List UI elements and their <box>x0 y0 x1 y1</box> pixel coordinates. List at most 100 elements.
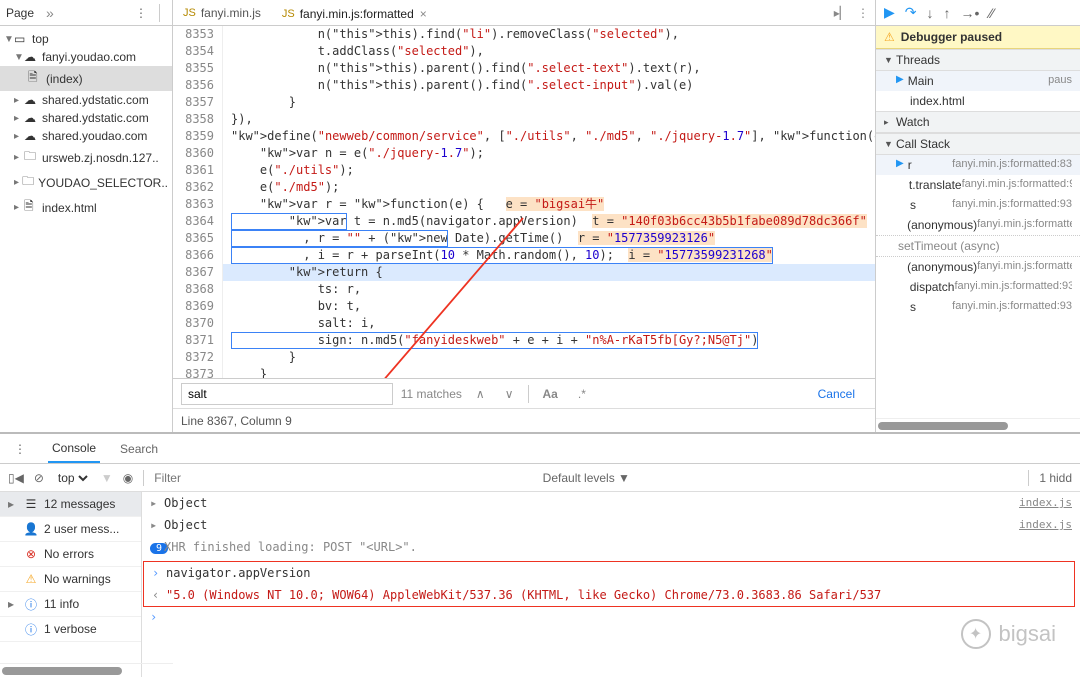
file-tree: ▼▭top ▼☁fanyi.youdao.com 🗎(index) ▸☁shar… <box>0 26 172 224</box>
console-log: ▸Objectindex.js ▸Objectindex.js 9XHR fin… <box>142 492 1080 677</box>
cloud-icon: ☁ <box>24 111 38 125</box>
step-icon[interactable]: →• <box>961 5 980 21</box>
stack-frame[interactable]: sfanyi.min.js:formatted:93 <box>876 195 1080 215</box>
warning-icon: ⚠ <box>884 30 895 44</box>
cloud-icon: ☁ <box>24 50 38 64</box>
tree-item[interactable]: ▸🗀ursweb.zj.nosdn.127.. <box>0 145 172 170</box>
step-over-icon[interactable]: ↷ <box>905 4 917 21</box>
hidden-count[interactable]: 1 hidd <box>1039 471 1072 485</box>
msg-verbose[interactable]: ⓘ1 verbose <box>0 617 141 642</box>
code-editor: 8353835483558356835783588359836083618362… <box>173 26 875 378</box>
eye-icon[interactable]: ◉ <box>123 471 133 485</box>
editor-tabs: JSfanyi.min.js JSfanyi.min.js:formatted×… <box>173 0 875 26</box>
stack-frame[interactable]: (anonymous)fanyi.min.js:formatted:93 <box>876 257 1080 277</box>
page-header[interactable]: Page » ⋮ <box>0 0 172 26</box>
list-icon: ☰ <box>24 497 38 511</box>
search-input[interactable] <box>181 383 393 405</box>
stack-frame[interactable]: t.translatefanyi.min.js:formatted:93 <box>876 175 1080 195</box>
tree-item[interactable]: ▸🗀YOUDAO_SELECTOR.. <box>0 170 172 195</box>
close-icon[interactable]: × <box>420 7 427 21</box>
threads-header[interactable]: ▼Threads <box>876 49 1080 71</box>
status-bar: Line 8367, Column 9 <box>173 408 875 432</box>
message-sidebar: ▸☰12 messages 👤2 user mess... ⊗No errors… <box>0 492 142 677</box>
msg-all[interactable]: ▸☰12 messages <box>0 492 141 517</box>
kebab-icon[interactable]: ⋮ <box>129 6 153 20</box>
log-output: ‹"5.0 (Windows NT 10.0; WOW64) AppleWebK… <box>144 584 1074 606</box>
next-match[interactable]: ∨ <box>499 385 520 403</box>
match-count: 11 matches <box>401 387 462 401</box>
line-gutter: 8353835483558356835783588359836083618362… <box>173 26 223 378</box>
chevron-right-icon: » <box>46 5 54 21</box>
levels-dropdown[interactable]: Default levels ▼ <box>543 471 630 485</box>
match-case[interactable]: Aa <box>537 385 564 403</box>
context-select[interactable]: top <box>54 470 91 486</box>
thread-main[interactable]: ▶Mainpaus <box>876 71 1080 91</box>
sidebar-toggle-icon[interactable]: ▯◀ <box>8 471 24 485</box>
tab-fanyi-formatted[interactable]: JSfanyi.min.js:formatted× <box>272 0 438 25</box>
warning-icon: ⚠ <box>24 572 38 586</box>
info-icon: ⓘ <box>24 597 38 611</box>
log-line[interactable]: ▸Objectindex.js <box>142 514 1080 536</box>
file-icon: 🗎 <box>28 68 42 89</box>
js-icon: JS <box>183 7 196 19</box>
cloud-icon: ☁ <box>24 129 38 143</box>
console-section: ⋮ Console Search ▯◀ ⊘ top ▼ ◉ Default le… <box>0 432 1080 677</box>
filter-input[interactable] <box>154 471 532 485</box>
log-xhr[interactable]: 9XHR finished loading: POST "<URL>". <box>142 536 1080 558</box>
msg-warnings[interactable]: ⚠No warnings <box>0 567 141 592</box>
tab-console[interactable]: Console <box>48 435 100 463</box>
log-line[interactable]: ▸Objectindex.js <box>142 492 1080 514</box>
step-out-icon[interactable]: ↑ <box>944 5 951 21</box>
play-icon[interactable]: ▸▏ <box>834 6 849 20</box>
step-into-icon[interactable]: ↓ <box>927 5 934 21</box>
stack-frame[interactable]: setTimeout (async) <box>876 235 1080 257</box>
js-icon: JS <box>282 8 295 20</box>
arrow-icon: ▶ <box>896 74 904 88</box>
folder-icon: 🗀 <box>22 172 34 193</box>
tree-index[interactable]: 🗎(index) <box>0 66 172 91</box>
tree-top[interactable]: ▼▭top <box>0 30 172 48</box>
tab-search[interactable]: Search <box>116 436 162 462</box>
h-scrollbar[interactable] <box>876 418 1080 432</box>
msg-user[interactable]: 👤2 user mess... <box>0 517 141 542</box>
clear-icon[interactable]: ⊘ <box>34 471 44 485</box>
file-icon: 🗎 <box>24 197 38 218</box>
resume-icon[interactable]: ▶ <box>884 4 895 21</box>
log-prompt[interactable]: › <box>142 606 1080 628</box>
tab-fanyi-min[interactable]: JSfanyi.min.js <box>173 0 272 25</box>
error-icon: ⊗ <box>24 547 38 561</box>
user-icon: 👤 <box>24 522 38 536</box>
stack-frame[interactable]: ▶rfanyi.min.js:formatted:83 <box>876 155 1080 175</box>
folder-icon: 🗀 <box>24 147 38 168</box>
prev-match[interactable]: ∧ <box>470 385 491 403</box>
stack-frame[interactable]: (anonymous)fanyi.min.js:formatted:93 <box>876 215 1080 235</box>
msg-errors[interactable]: ⊗No errors <box>0 542 141 567</box>
window-icon: ▭ <box>14 32 28 46</box>
kebab-icon[interactable]: ⋮ <box>857 6 869 20</box>
tree-item[interactable]: ▸☁shared.ydstatic.com <box>0 109 172 127</box>
page-label: Page <box>6 6 34 20</box>
log-input[interactable]: ›navigator.appVersion <box>144 562 1074 584</box>
tree-item[interactable]: ▸☁shared.ydstatic.com <box>0 91 172 109</box>
stack-frame[interactable]: sfanyi.min.js:formatted:93 <box>876 297 1080 317</box>
console-toolbar: ▯◀ ⊘ top ▼ ◉ Default levels ▼ 1 hidd <box>0 464 1080 492</box>
stack-frame[interactable]: dispatchfanyi.min.js:formatted:93 <box>876 277 1080 297</box>
msg-info[interactable]: ▸ⓘ11 info <box>0 592 141 617</box>
regex[interactable]: .* <box>572 385 592 403</box>
thread-sub[interactable]: index.html <box>876 91 1080 111</box>
tree-item[interactable]: ▸☁shared.youdao.com <box>0 127 172 145</box>
info-icon: ⓘ <box>24 622 38 636</box>
tree-item[interactable]: ▸🗎index.html <box>0 195 172 220</box>
code-lines[interactable]: n("this">this).find("li").removeClass("s… <box>223 26 875 378</box>
debug-toolbar: ▶ ↷ ↓ ↑ →• ⁄⁄ <box>876 0 1080 26</box>
sources-sidebar: Page » ⋮ ▼▭top ▼☁fanyi.youdao.com 🗎(inde… <box>0 0 173 432</box>
drawer-tabs: ⋮ Console Search <box>0 434 1080 464</box>
watch-header[interactable]: ▸Watch <box>876 111 1080 133</box>
tree-domain[interactable]: ▼☁fanyi.youdao.com <box>0 48 172 66</box>
cloud-icon: ☁ <box>24 93 38 107</box>
debugger-pane: ▶ ↷ ↓ ↑ →• ⁄⁄ ⚠ Debugger paused ▼Threads… <box>875 0 1080 432</box>
callstack-header[interactable]: ▼Call Stack <box>876 133 1080 155</box>
kebab-icon[interactable]: ⋮ <box>8 442 32 456</box>
deactivate-icon[interactable]: ⁄⁄ <box>989 5 994 21</box>
cancel-button[interactable]: Cancel <box>806 383 867 405</box>
